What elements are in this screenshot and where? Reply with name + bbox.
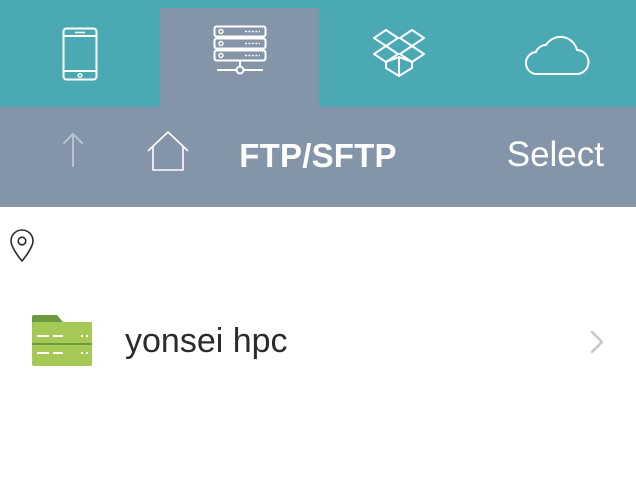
phone-icon xyxy=(62,27,97,80)
list-item[interactable]: yonsei hpc xyxy=(0,300,636,384)
up-button[interactable] xyxy=(58,131,88,171)
tab-device[interactable] xyxy=(0,0,159,107)
list-item-label: yonsei hpc xyxy=(125,322,288,360)
cloud-icon xyxy=(524,35,589,75)
up-arrow-icon xyxy=(63,133,83,167)
home-icon xyxy=(147,131,189,171)
tab-dropbox[interactable] xyxy=(319,0,478,107)
location-button[interactable] xyxy=(9,229,37,265)
location-pin-icon xyxy=(10,229,34,262)
nav-toolbar: FTP/SFTP Select xyxy=(0,107,636,207)
server-icon xyxy=(213,25,266,74)
tab-icloud[interactable] xyxy=(477,0,636,107)
dropbox-icon xyxy=(372,28,425,77)
select-button[interactable]: Select xyxy=(507,135,604,175)
tab-ftp-server[interactable] xyxy=(160,8,319,107)
home-button[interactable] xyxy=(144,129,192,173)
tab-bar xyxy=(0,0,636,107)
chevron-right-icon xyxy=(590,330,604,354)
server-folder-icon xyxy=(32,315,92,366)
